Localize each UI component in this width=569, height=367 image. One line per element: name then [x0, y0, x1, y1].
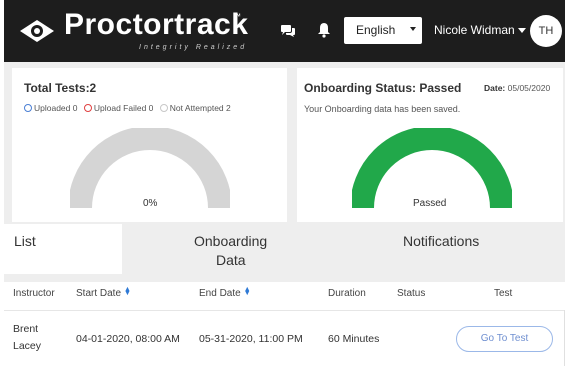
cell-end-date: 05-31-2020, 11:00 PM — [199, 333, 303, 345]
cell-instructor-first: Brent — [13, 323, 39, 335]
app-logo-text: Proctortrack — [64, 8, 249, 41]
cell-start-date: 04-01-2020, 08:00 AM — [76, 333, 180, 345]
column-header-start-date[interactable]: Start Date ▲ ▼ — [76, 286, 131, 299]
tab-list-label: List — [14, 233, 36, 249]
bell-icon[interactable] — [317, 22, 331, 38]
language-selected-value: English — [356, 23, 396, 37]
sort-arrows-icon[interactable]: ▲ ▼ — [124, 286, 131, 297]
onboarding-saved-message: Your Onboarding data has been saved. — [304, 104, 461, 114]
onboarding-date: Date: 05/05/2020 — [484, 83, 550, 93]
chat-icon[interactable] — [280, 24, 296, 38]
eye-logo-icon — [20, 20, 54, 42]
trademark-symbol: ™ — [233, 12, 241, 21]
legend-label: Uploaded 0 — [34, 103, 78, 113]
user-menu[interactable]: Nicole Widman — [434, 23, 526, 37]
user-name: Nicole Widman — [434, 23, 515, 37]
cell-duration: 60 Minutes — [328, 333, 380, 345]
column-header-test: Test — [494, 288, 513, 299]
legend-item-upload-failed: Upload Failed 0 — [83, 103, 154, 113]
column-header-end-date[interactable]: End Date ▲ ▼ — [199, 286, 251, 299]
legend-item-uploaded: Uploaded 0 — [24, 103, 77, 113]
legend-dot-icon — [83, 104, 92, 112]
chevron-down-icon — [517, 28, 526, 34]
tab-onboarding-label-line2: Data — [216, 252, 246, 268]
tab-list[interactable]: List — [4, 224, 122, 274]
top-header: Proctortrack ™ Integrity Realized Englis… — [4, 0, 565, 62]
total-tests-title: Total Tests:2 — [24, 81, 97, 95]
column-header-label: End Date — [199, 288, 241, 299]
tests-gauge-percent: 0% — [143, 198, 158, 209]
onboarding-gauge-label: Passed — [413, 198, 447, 209]
legend-item-not-attempted: Not Attempted 2 — [159, 103, 231, 113]
date-label: Date: — [484, 83, 506, 93]
legend-label: Upload Failed 0 — [93, 103, 154, 113]
go-to-test-button[interactable]: Go To Test — [456, 326, 553, 352]
column-header-label: Start Date — [76, 288, 122, 299]
legend-dot-icon — [159, 104, 168, 112]
tab-notifications-label: Notifications — [403, 233, 480, 249]
caret-down-icon — [410, 27, 416, 31]
sort-arrows-icon[interactable]: ▲ ▼ — [244, 286, 251, 297]
language-select[interactable]: English — [344, 17, 422, 44]
tab-notifications[interactable]: Notifications — [344, 224, 557, 274]
column-header-duration: Duration — [328, 288, 366, 299]
logo-tagline: Integrity Realized — [139, 44, 248, 51]
column-header-status: Status — [397, 288, 426, 299]
legend-label: Not Attempted 2 — [169, 103, 231, 113]
tab-onboarding-label-line1: Onboarding — [194, 233, 268, 249]
cell-instructor-last: Lacey — [13, 340, 42, 352]
tests-legend: Uploaded 0 Upload Failed 0 Not Attempted… — [24, 103, 235, 113]
avatar[interactable]: TH — [530, 15, 562, 47]
row-divider — [564, 310, 565, 366]
date-value: 05/05/2020 — [507, 83, 551, 93]
onboarding-status-title: Onboarding Status: Passed — [304, 81, 462, 95]
tab-onboarding-data[interactable]: Onboarding Data — [122, 224, 344, 274]
legend-dot-icon — [24, 104, 32, 112]
column-header-instructor: Instructor — [13, 288, 55, 299]
